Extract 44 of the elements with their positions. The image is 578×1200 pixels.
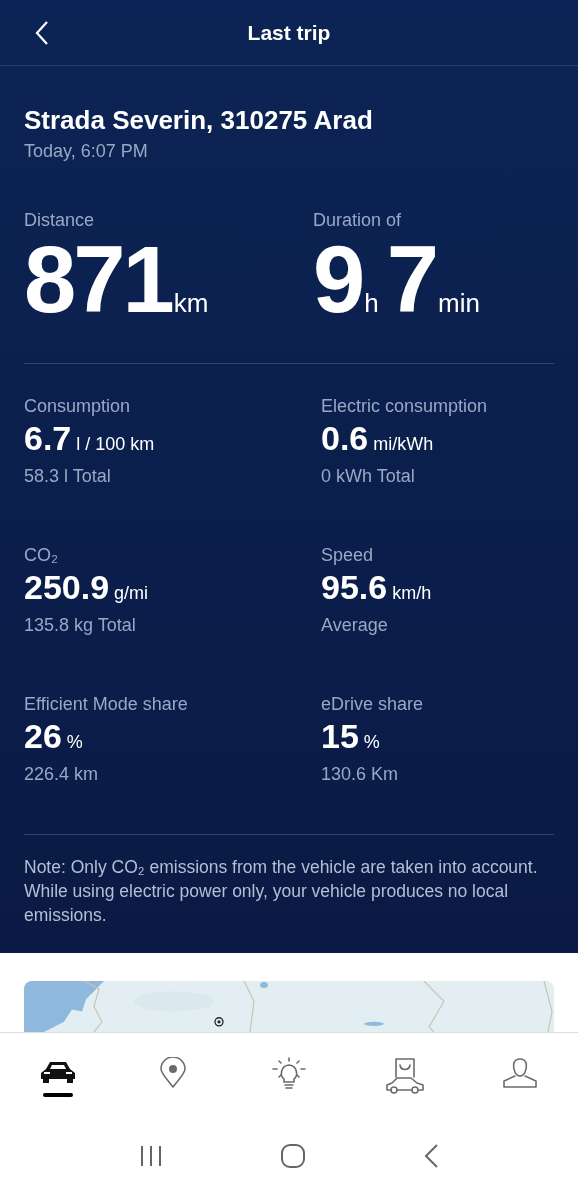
metric-value: 7 <box>386 234 437 326</box>
stat-value: 6.7 <box>24 418 72 458</box>
person-icon <box>501 1057 540 1089</box>
stat-value: 15 <box>321 716 359 756</box>
stat-value: 95.6 <box>321 567 388 607</box>
stat-label: Electric consumption <box>321 395 489 418</box>
stat-detail: 58.3 l Total <box>24 465 112 488</box>
metric-unit: min <box>438 287 480 320</box>
stat-label: eDrive share <box>321 693 425 716</box>
stat-label: CO₂ <box>24 544 59 567</box>
metric-value: 9 <box>313 234 363 326</box>
trip-time: Today, 6:07 PM <box>24 140 149 163</box>
stat-label: Efficient Mode share <box>24 693 189 716</box>
selected-indicator <box>42 1093 73 1097</box>
stat-value: 0.6 <box>321 418 369 458</box>
stat-detail: 130.6 Km <box>321 763 400 786</box>
stat-value: 250.9 <box>24 567 110 607</box>
stat-detail: 226.4 km <box>24 763 100 786</box>
trip-address: Strada Severin, 310275 Arad <box>24 104 374 136</box>
stat-unit: g/mi <box>114 582 149 605</box>
back-icon <box>34 20 50 46</box>
screen-title: Last trip <box>247 19 331 46</box>
metric-label: Duration of <box>313 209 403 232</box>
recent-apps-icon[interactable] <box>138 1145 163 1167</box>
shopping-bag-car-icon <box>384 1057 425 1095</box>
stat-label: Consumption <box>24 395 132 418</box>
stat-detail: Average <box>321 614 389 637</box>
metric-unit: km <box>173 287 209 320</box>
metric-value: 871 <box>24 234 172 326</box>
stat-detail: 135.8 kg Total <box>24 614 137 637</box>
emissions-note: Note: Only CO₂ emissions from the vehicle are taken into account. While using electric power only, your vehicle produces no local emissions. <box>24 856 539 927</box>
stat-unit: % <box>363 731 380 754</box>
stat-unit: mi/kWh <box>373 433 434 456</box>
metric-label: Distance <box>24 209 96 232</box>
stat-label: Speed <box>321 544 375 567</box>
location-pin-icon <box>159 1057 188 1089</box>
stat-unit: km/h <box>392 582 432 605</box>
metric-unit: h <box>364 287 379 320</box>
stat-detail: 0 kWh Total <box>321 465 416 488</box>
stat-value: 26 <box>24 716 62 756</box>
home-icon[interactable] <box>280 1143 306 1169</box>
stat-unit: l / 100 km <box>76 433 155 456</box>
stat-unit: % <box>66 731 83 754</box>
back-icon[interactable] <box>423 1143 440 1169</box>
